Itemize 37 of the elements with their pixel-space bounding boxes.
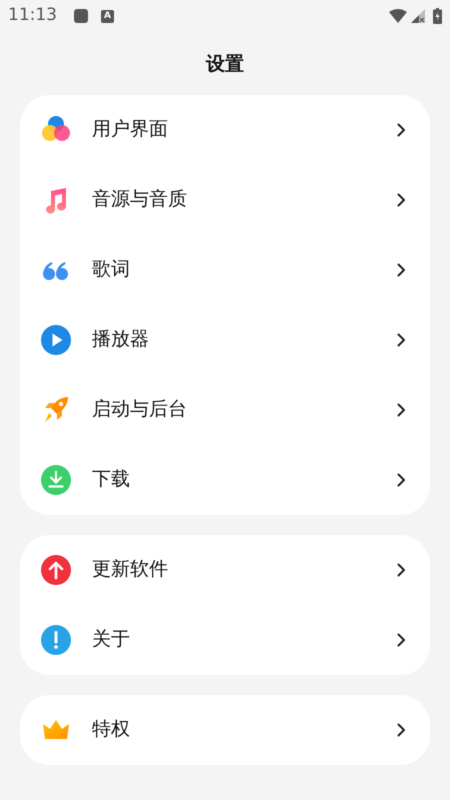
chevron-icon (397, 262, 406, 276)
settings-row[interactable]: 关于 (20, 604, 430, 674)
row-label: 歌词 (92, 257, 131, 282)
row-label: 更新软件 (92, 557, 169, 582)
chevron-icon (397, 722, 406, 736)
download-icon (40, 464, 72, 496)
row-label: 下载 (92, 467, 131, 492)
status-time: 11:13 (8, 4, 57, 28)
settings-row[interactable]: 启动与后台 (20, 374, 430, 444)
settings-row[interactable]: 下载 (20, 444, 430, 514)
chevron-icon (397, 632, 406, 646)
chevron-icon (397, 402, 406, 416)
page-title: 设置 (206, 52, 244, 77)
settings-row[interactable]: 播放器 (20, 304, 430, 374)
signal-icon (411, 9, 425, 23)
settings-row[interactable]: 更新软件 (20, 534, 430, 604)
chevron-icon (397, 562, 406, 576)
notification-icon (73, 8, 89, 24)
row-label: 特权 (92, 717, 131, 742)
chevron-icon (397, 332, 406, 346)
exclamation-icon (40, 624, 72, 656)
play-icon (40, 324, 72, 356)
chevron-icon (397, 122, 406, 136)
row-label: 用户界面 (92, 117, 169, 142)
chevron-icon (397, 192, 406, 206)
battery-icon (433, 8, 442, 24)
chevron-icon (397, 472, 406, 486)
row-label: 音源与音质 (92, 187, 188, 212)
settings-row[interactable]: 歌词 (20, 234, 430, 304)
row-label: 关于 (92, 627, 131, 652)
settings-row[interactable]: 特权 (20, 694, 430, 764)
wifi-icon (389, 9, 407, 23)
app-badge: A (101, 10, 114, 22)
settings-row[interactable]: 用户界面 (20, 94, 430, 164)
row-label: 播放器 (92, 327, 150, 352)
settings-row[interactable]: 音源与音质 (20, 164, 430, 234)
row-label: 启动与后台 (92, 397, 188, 422)
